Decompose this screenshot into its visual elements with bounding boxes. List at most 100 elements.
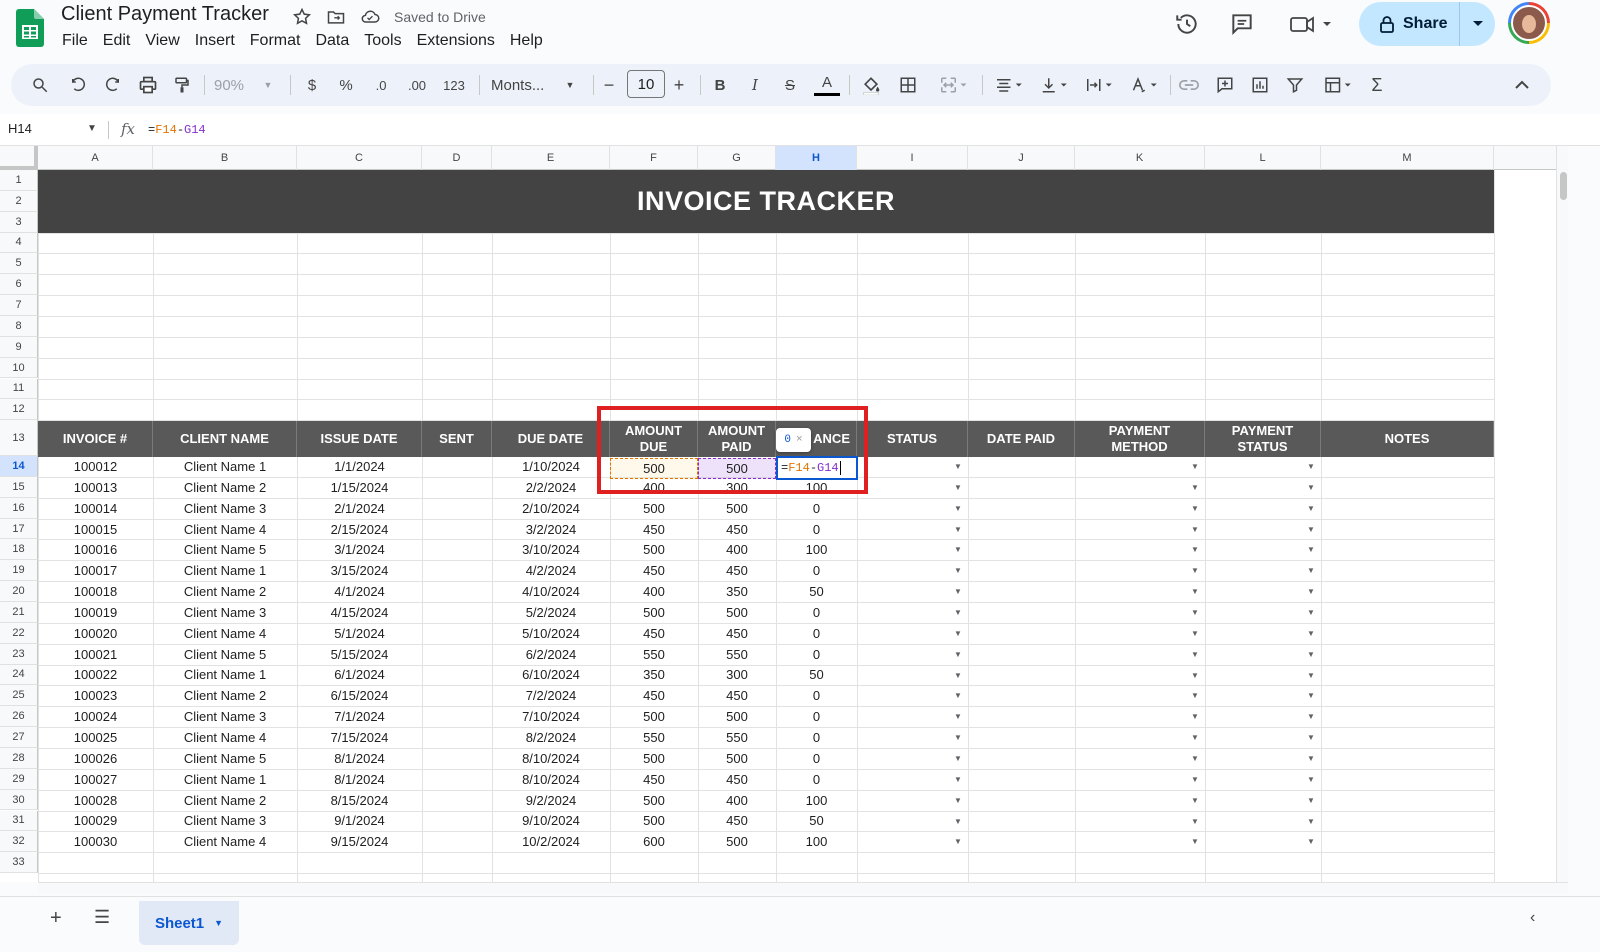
table-cell[interactable]: 2/2/2024: [492, 477, 610, 498]
dropdown-chevron-icon[interactable]: ▼: [1307, 733, 1315, 742]
strikethrough-button[interactable]: S: [780, 72, 800, 98]
functions-icon[interactable]: Σ: [1366, 72, 1388, 98]
row-header-15[interactable]: 15: [0, 476, 38, 498]
dropdown-chevron-icon[interactable]: ▼: [1191, 671, 1199, 680]
font-chevron-icon[interactable]: ▼: [563, 72, 577, 98]
table-cell[interactable]: 0: [776, 623, 857, 644]
table-cell[interactable]: 500: [610, 811, 698, 832]
table-cell[interactable]: 450: [698, 519, 776, 540]
table-cell[interactable]: 550: [610, 727, 698, 748]
menu-tools[interactable]: Tools: [364, 30, 409, 52]
table-cell[interactable]: 100025: [38, 727, 153, 748]
table-cell[interactable]: 7/15/2024: [297, 727, 422, 748]
row-header-19[interactable]: 19: [0, 560, 38, 582]
table-cell[interactable]: 1/1/2024: [297, 456, 422, 477]
column-header-g[interactable]: G: [698, 146, 776, 170]
spreadsheet-grid[interactable]: ABCDEFGHIJKLM 1 2 3 4 5 6 7 8 9 10 11 12 13 14 15 16 17 1…: [0, 146, 1556, 882]
table-cell[interactable]: Client Name 2: [153, 581, 297, 602]
zoom-select[interactable]: 90%: [209, 72, 249, 98]
column-header-m[interactable]: M: [1321, 146, 1494, 170]
table-cell[interactable]: Client Name 5: [153, 748, 297, 769]
table-cell[interactable]: 5/2/2024: [492, 602, 610, 623]
row-header-2[interactable]: 2: [0, 190, 38, 212]
dropdown-chevron-icon[interactable]: ▼: [1191, 483, 1199, 492]
insert-comment-icon[interactable]: [1214, 72, 1236, 98]
table-cell[interactable]: 100: [776, 539, 857, 560]
fill-color-icon[interactable]: [860, 72, 882, 98]
table-cell[interactable]: 2/1/2024: [297, 498, 422, 519]
table-cell[interactable]: 8/1/2024: [297, 748, 422, 769]
dropdown-chevron-icon[interactable]: ▼: [954, 545, 962, 554]
row-header-4[interactable]: 4: [0, 232, 38, 254]
dropdown-chevron-icon[interactable]: ▼: [1191, 608, 1199, 617]
dropdown-chevron-icon[interactable]: ▼: [954, 650, 962, 659]
row-header-23[interactable]: 23: [0, 643, 38, 665]
dropdown-chevron-icon[interactable]: ▼: [1191, 817, 1199, 826]
table-cell[interactable]: Client Name 4: [153, 623, 297, 644]
dropdown-chevron-icon[interactable]: ▼: [1307, 796, 1315, 805]
table-cell[interactable]: 450: [698, 811, 776, 832]
dropdown-chevron-icon[interactable]: ▼: [1307, 545, 1315, 554]
table-cell[interactable]: 450: [698, 685, 776, 706]
dropdown-chevron-icon[interactable]: ▼: [954, 566, 962, 575]
text-wrapping-icon[interactable]: [1079, 72, 1119, 98]
row-header-26[interactable]: 26: [0, 706, 38, 728]
table-cell[interactable]: Client Name 4: [153, 831, 297, 852]
table-cell[interactable]: Client Name 4: [153, 519, 297, 540]
sheets-logo-icon[interactable]: [16, 9, 44, 47]
table-cell[interactable]: 100026: [38, 748, 153, 769]
table-cell[interactable]: 0: [776, 519, 857, 540]
menu-file[interactable]: File: [62, 30, 96, 52]
table-cell[interactable]: Client Name 3: [153, 498, 297, 519]
row-header-32[interactable]: 32: [0, 831, 38, 853]
table-cell[interactable]: 8/10/2024: [492, 748, 610, 769]
font-size-input[interactable]: 10: [627, 70, 665, 98]
table-cell[interactable]: 100012: [38, 456, 153, 477]
dropdown-chevron-icon[interactable]: ▼: [954, 733, 962, 742]
table-cell[interactable]: Client Name 4: [153, 727, 297, 748]
dropdown-chevron-icon[interactable]: ▼: [954, 525, 962, 534]
horizontal-align-icon[interactable]: [989, 72, 1029, 98]
menu-format[interactable]: Format: [250, 30, 309, 52]
table-cell[interactable]: 500: [610, 748, 698, 769]
column-header-k[interactable]: K: [1075, 146, 1205, 170]
move-folder-icon[interactable]: [324, 5, 348, 29]
row-header-13[interactable]: 13: [0, 420, 38, 457]
table-cell[interactable]: 500: [698, 748, 776, 769]
menu-edit[interactable]: Edit: [103, 30, 139, 52]
row-header-9[interactable]: 9: [0, 336, 38, 358]
dropdown-chevron-icon[interactable]: ▼: [1307, 837, 1315, 846]
dropdown-chevron-icon[interactable]: ▼: [1307, 754, 1315, 763]
dropdown-chevron-icon[interactable]: ▼: [954, 608, 962, 617]
row-header-16[interactable]: 16: [0, 497, 38, 519]
table-cell[interactable]: 4/2/2024: [492, 560, 610, 581]
table-cell[interactable]: Client Name 1: [153, 456, 297, 477]
vertical-align-icon[interactable]: [1034, 72, 1074, 98]
row-header-18[interactable]: 18: [0, 539, 38, 561]
table-cell[interactable]: 100018: [38, 581, 153, 602]
decrease-decimal-button[interactable]: .0: [368, 72, 394, 98]
column-header-e[interactable]: E: [492, 146, 610, 170]
table-cell[interactable]: 100028: [38, 790, 153, 811]
row-header-3[interactable]: 3: [0, 211, 38, 233]
table-cell[interactable]: 500: [698, 498, 776, 519]
table-cell[interactable]: 50: [776, 811, 857, 832]
table-cell[interactable]: 450: [610, 769, 698, 790]
dropdown-chevron-icon[interactable]: ▼: [954, 837, 962, 846]
table-cell[interactable]: 7/10/2024: [492, 706, 610, 727]
table-cell[interactable]: 9/1/2024: [297, 811, 422, 832]
currency-format-button[interactable]: $: [302, 72, 322, 98]
dropdown-chevron-icon[interactable]: ▼: [1191, 462, 1199, 471]
table-cell[interactable]: 7/1/2024: [297, 706, 422, 727]
column-header-h[interactable]: H: [776, 146, 857, 170]
row-header-20[interactable]: 20: [0, 581, 38, 602]
paint-format-icon[interactable]: [171, 72, 193, 98]
vertical-scroll-thumb[interactable]: [1560, 172, 1567, 200]
table-cell[interactable]: 500: [610, 498, 698, 519]
row-header-29[interactable]: 29: [0, 768, 38, 790]
row-header-28[interactable]: 28: [0, 747, 38, 769]
table-cell[interactable]: 5/1/2024: [297, 623, 422, 644]
row-header-22[interactable]: 22: [0, 622, 38, 644]
table-cell[interactable]: 0: [776, 498, 857, 519]
table-cell[interactable]: 100030: [38, 831, 153, 852]
